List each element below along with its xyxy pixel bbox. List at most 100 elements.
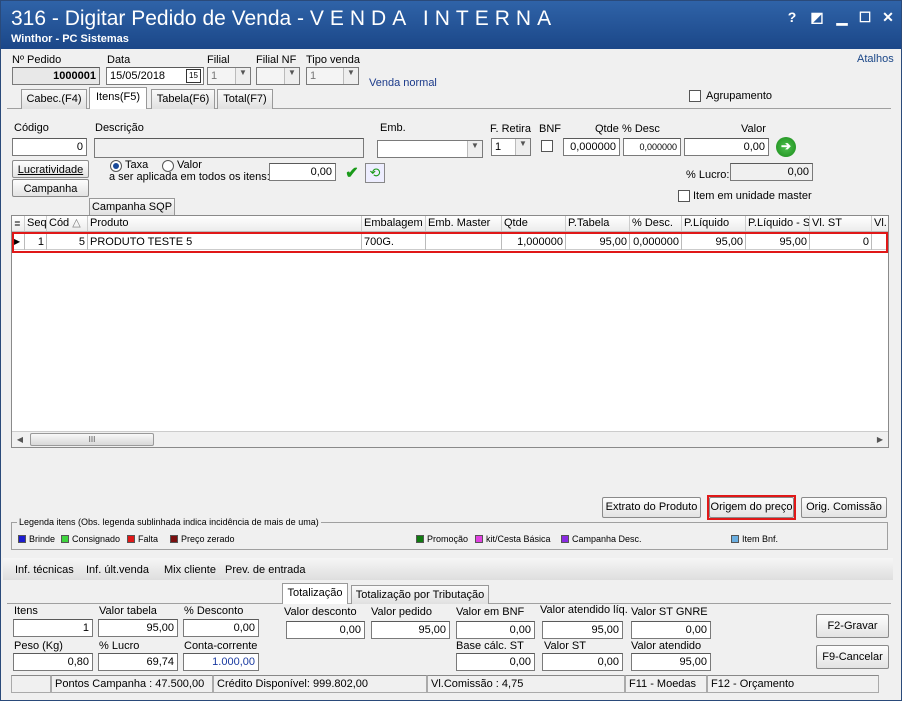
valor-atendido-label: Valor atendido (631, 640, 702, 652)
lucratividade-button[interactable]: Lucratividade (12, 160, 89, 178)
f-retira-select[interactable]: 1 ▼ (491, 138, 531, 156)
chevron-down-icon: ▼ (467, 141, 482, 157)
tab-totalizacao[interactable]: Totalização (282, 583, 348, 604)
maximize-icon[interactable]: ☐ (854, 7, 876, 27)
inf-ult-venda-link[interactable]: Inf. últ.venda (86, 564, 149, 576)
status-pontos-campanha: Pontos Campanha : 47.500,00 (51, 675, 213, 693)
items-grid: ≣ Seq Cód △ Produto Embalagem Emb. Maste… (11, 215, 889, 448)
scroll-thumb[interactable]: III (30, 433, 154, 446)
col-produto[interactable]: Produto (88, 216, 362, 231)
promocao-swatch (416, 535, 424, 543)
codigo-input[interactable]: 0 (12, 138, 87, 156)
refresh-icon[interactable]: ⟲ (365, 163, 385, 183)
col-ptabela[interactable]: P.Tabela (566, 216, 630, 231)
legend-brinde: Brinde (18, 534, 55, 544)
filial-select[interactable]: 1 ▼ (207, 67, 251, 85)
campanha-button[interactable]: Campanha (12, 179, 89, 197)
col-seq[interactable]: Seq (25, 216, 47, 231)
brinde-swatch (18, 535, 26, 543)
qtde-input[interactable]: 0,000000 (563, 138, 620, 156)
pdesc-input[interactable]: 0,000000 (623, 138, 681, 156)
tab-cabec[interactable]: Cabec.(F4) (21, 89, 87, 109)
campanha-desc-swatch (561, 535, 569, 543)
minimize-icon[interactable]: ▁ (831, 7, 853, 27)
apply-check-icon[interactable]: ✔ (343, 163, 361, 183)
peso-label: Peso (Kg) (14, 640, 63, 652)
valor-input[interactable]: 0,00 (684, 138, 769, 156)
gravar-button[interactable]: F2-Gravar (816, 614, 889, 638)
tab-totalizacao-tributacao[interactable]: Totalização por Tributação (351, 585, 489, 604)
column-chooser-icon[interactable]: ≣ (12, 216, 25, 231)
codigo-label: Código (14, 122, 49, 134)
status-f11-moedas[interactable]: F11 - Moedas (625, 675, 707, 693)
status-credito-disponivel: Crédito Disponível: 999.802,00 (213, 675, 427, 693)
tipo-venda-select[interactable]: 1 ▼ (306, 67, 359, 85)
help-icon[interactable]: ? (781, 7, 803, 27)
itens-field: 1 (13, 619, 93, 637)
agrupamento-checkbox[interactable] (689, 90, 701, 102)
emb-select[interactable]: ▼ (377, 140, 483, 158)
inf-tecnicas-link[interactable]: Inf. técnicas (15, 564, 74, 576)
col-pliquido[interactable]: P.Líquido (682, 216, 746, 231)
legend-campanha-desc: Campanha Desc. (561, 534, 642, 544)
legend-title: Legenda itens (Obs. legenda sublinhada i… (17, 517, 321, 527)
extrato-produto-button[interactable]: Extrato do Produto (602, 497, 701, 518)
filial-nf-select[interactable]: ▼ (256, 67, 300, 85)
bnf-checkbox[interactable] (541, 140, 553, 152)
tab-itens[interactable]: Itens(F5) (89, 87, 147, 109)
tab-total[interactable]: Total(F7) (217, 89, 273, 109)
col-pliquido-s[interactable]: P.Líquido - S (746, 216, 810, 231)
prev-entrada-link[interactable]: Prev. de entrada (225, 564, 306, 576)
plucro-label: % Lucro: (686, 169, 730, 181)
data-label: Data (107, 54, 131, 66)
venda-normal-label: Venda normal (369, 77, 437, 89)
qtde-label: Qtde (595, 123, 619, 135)
horizontal-scrollbar[interactable]: ◀ III ▶ (12, 431, 888, 447)
pdesconto-label: % Desconto (184, 605, 244, 617)
atalhos-link[interactable]: Atalhos (857, 53, 894, 65)
mix-cliente-link[interactable]: Mix cliente (164, 564, 216, 576)
col-vl-st[interactable]: Vl. ST (810, 216, 872, 231)
col-embalagem[interactable]: Embalagem (362, 216, 426, 231)
tab-campanha-sqp[interactable]: Campanha SQP (89, 198, 175, 215)
col-pdesc[interactable]: % Desc. (630, 216, 682, 231)
window-title: 316 - Digitar Pedido de Venda - VENDA IN… (11, 7, 558, 30)
grid-header: ≣ Seq Cód △ Produto Embalagem Emb. Maste… (12, 216, 888, 232)
scroll-right-icon[interactable]: ▶ (872, 432, 888, 447)
tab-tabela[interactable]: Tabela(F6) (151, 89, 215, 109)
valor-desconto-field: 0,00 (286, 621, 365, 639)
filial-label: Filial (207, 54, 230, 66)
col-qtde[interactable]: Qtde (502, 216, 566, 231)
orig-comissao-button[interactable]: Orig. Comissão (801, 497, 887, 518)
item-master-checkbox[interactable] (678, 190, 690, 202)
valor-atendido-liq-label: Valor atendido líq. (540, 604, 628, 616)
close-icon[interactable]: ✕ (877, 7, 899, 27)
aplicar-label: a ser aplicada em todos os itens: (109, 171, 270, 183)
add-item-arrow-icon[interactable]: ➔ (776, 137, 796, 157)
cancelar-button[interactable]: F9-Cancelar (816, 645, 889, 669)
valor-bnf-field: 0,00 (456, 621, 535, 639)
legend-falta: Falta (127, 534, 158, 544)
plucro-total-label: % Lucro (99, 640, 140, 652)
col-emb-master[interactable]: Emb. Master (426, 216, 502, 231)
valor-pedido-field: 95,00 (371, 621, 450, 639)
emb-label: Emb. (380, 122, 406, 134)
status-f12-orcamento[interactable]: F12 - Orçamento (707, 675, 879, 693)
chevron-down-icon: ▼ (343, 68, 358, 84)
falta-swatch (127, 535, 135, 543)
legend-item-bnf: Item Bnf. (731, 534, 778, 544)
col-cod[interactable]: Cód △ (47, 216, 88, 231)
valor-bnf-label: Valor em BNF (456, 606, 525, 618)
descricao-input[interactable] (94, 138, 364, 158)
scroll-left-icon[interactable]: ◀ (12, 432, 28, 447)
window: 316 - Digitar Pedido de Venda - VENDA IN… (0, 0, 902, 701)
origem-preco-highlight (707, 495, 796, 520)
calendar-icon[interactable]: 15 (186, 69, 201, 83)
num-pedido-label: Nº Pedido (12, 54, 62, 66)
aplicar-input[interactable]: 0,00 (269, 163, 336, 181)
agrupamento-label: Agrupamento (706, 90, 773, 102)
col-vl[interactable]: Vl. (872, 216, 888, 231)
num-pedido-field: 1000001 (12, 67, 100, 85)
pdesconto-field: 0,00 (183, 619, 259, 637)
restore-icon[interactable]: ◩ (806, 7, 828, 27)
